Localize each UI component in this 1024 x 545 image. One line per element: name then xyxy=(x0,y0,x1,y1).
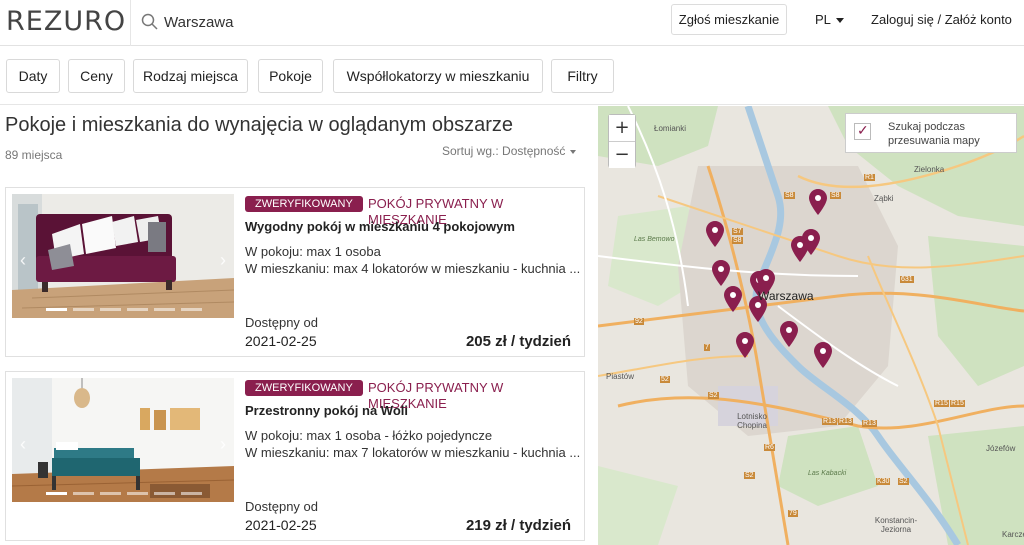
road-label: R1 xyxy=(864,174,875,181)
flat-capacity: W mieszkaniu: max 7 lokatorów w mieszkan… xyxy=(245,445,581,460)
zoom-control: + − xyxy=(608,114,636,168)
flat-capacity: W mieszkaniu: max 4 lokatorów w mieszkan… xyxy=(245,261,581,276)
filter-place-type-button[interactable]: Rodzaj miejsca xyxy=(133,59,248,93)
search-input[interactable] xyxy=(164,8,464,36)
map-place-label: Las Bemowo xyxy=(634,236,675,243)
search-on-move-panel: ✓ Szukaj podczas przesuwania mapy xyxy=(845,113,1017,153)
checkmark-icon: ✓ xyxy=(857,122,869,138)
zoom-out-button[interactable]: − xyxy=(609,142,635,168)
search-on-move-label: Szukaj podczas przesuwania mapy xyxy=(888,121,980,147)
available-label: Dostępny od xyxy=(245,315,318,330)
map-pin-icon[interactable] xyxy=(712,260,730,286)
map-pin-icon[interactable] xyxy=(809,189,827,215)
map-view[interactable]: Warszawa Łomianki Zielonka Ząbki Józefów… xyxy=(598,106,1024,545)
map-place-label: Piastów xyxy=(606,372,635,381)
photo-pagination xyxy=(46,492,202,495)
filter-price-button[interactable]: Ceny xyxy=(68,59,125,93)
map-place-label: Lotnisko Chopina xyxy=(737,412,767,430)
road-label: S2 xyxy=(898,478,909,485)
listing-card[interactable]: ‹ › ZWERYFIKOWANY POKÓJ PRYWATNY W MIESZ… xyxy=(5,187,585,357)
filter-rooms-button[interactable]: Pokoje xyxy=(258,59,323,93)
language-label: PL xyxy=(815,12,831,27)
road-label: 52 xyxy=(660,376,670,383)
photo-prev-icon[interactable]: ‹ xyxy=(20,250,26,271)
road-label: S7 xyxy=(732,228,743,235)
map-city-label: Warszawa xyxy=(758,289,814,303)
map-pin-icon[interactable] xyxy=(780,321,798,347)
listing-title[interactable]: Wygodny pokój w mieszkaniu 4 pokojowym xyxy=(245,219,515,234)
road-label: R13 xyxy=(838,418,853,425)
map-pin-icon[interactable] xyxy=(814,342,832,368)
caret-down-icon xyxy=(835,18,844,24)
photo-pagination xyxy=(46,308,202,311)
available-date: 2021-02-25 xyxy=(245,333,317,349)
listing-title[interactable]: Przestronny pokój na Woli xyxy=(245,403,408,418)
map-place-label: Las Kabacki xyxy=(808,470,847,477)
road-label: 631 xyxy=(900,276,914,283)
listing-price: 219 zł / tydzień xyxy=(465,517,571,534)
filter-dates-button[interactable]: Daty xyxy=(6,59,60,93)
verified-badge: ZWERYFIKOWANY xyxy=(245,380,363,396)
map-place-label: Zielonka xyxy=(914,165,945,174)
search-on-move-checkbox[interactable]: ✓ xyxy=(854,122,871,140)
road-label: S8 xyxy=(784,192,795,199)
listing-price: 205 zł / tydzień xyxy=(465,333,571,350)
sort-label: Sortuj wg.: Dostępność xyxy=(442,144,566,158)
road-label: R13 xyxy=(822,418,837,425)
login-link[interactable]: Zaloguj się / Załóż konto xyxy=(871,12,1012,27)
report-flat-button[interactable]: Zgłoś mieszkanie xyxy=(671,4,787,35)
filter-flatmates-button[interactable]: Współlokatorzy w mieszkaniu xyxy=(333,59,543,93)
road-label: S8 xyxy=(732,237,743,244)
road-label: R13 xyxy=(862,420,877,427)
road-label: 79 xyxy=(788,510,798,517)
listing-photo[interactable]: ‹ › xyxy=(12,378,234,502)
road-label: S8 xyxy=(830,192,841,199)
road-label: 92 xyxy=(634,318,644,325)
page-title: Pokoje i mieszkania do wynajęcia w ogląd… xyxy=(5,114,514,136)
zoom-in-button[interactable]: + xyxy=(609,115,635,141)
map-place-label: Łomianki xyxy=(654,124,687,133)
filter-more-button[interactable]: Filtry xyxy=(551,59,614,93)
caret-down-icon xyxy=(570,149,577,154)
top-header: REZURO Zgłoś mieszkanie PL Zaloguj się /… xyxy=(0,0,1024,46)
available-label: Dostępny od xyxy=(245,499,318,514)
result-count: 89 miejsca xyxy=(5,148,63,162)
road-label: R15 xyxy=(950,400,965,407)
road-label: 7 xyxy=(704,344,710,351)
road-label: R15 xyxy=(934,400,949,407)
available-date: 2021-02-25 xyxy=(245,517,317,533)
map-place-label: Konstancin-Jeziorna xyxy=(874,516,918,534)
sort-dropdown[interactable]: Sortuj wg.: Dostępność xyxy=(442,144,577,158)
photo-next-icon[interactable]: › xyxy=(220,250,226,271)
road-label: S2 xyxy=(708,392,719,399)
logo[interactable]: REZURO xyxy=(6,6,126,37)
map-place-label: Karcze xyxy=(1002,530,1024,539)
room-capacity: W pokoju: max 1 osoba - łóżko pojedyncze xyxy=(245,428,493,443)
road-label: K30 xyxy=(876,478,891,485)
map-pin-icon[interactable] xyxy=(706,221,724,247)
photo-prev-icon[interactable]: ‹ xyxy=(20,434,26,455)
filter-bar: Daty Ceny Rodzaj miejsca Pokoje Współlok… xyxy=(0,47,1024,105)
bedroom-photo xyxy=(12,378,234,502)
road-label: R6 xyxy=(764,444,775,451)
road-label: S2 xyxy=(744,472,755,479)
header-divider xyxy=(130,0,131,46)
listing-panel: Pokoje i mieszkania do wynajęcia w ogląd… xyxy=(0,106,598,545)
search-icon xyxy=(141,13,158,30)
map-place-label: Ząbki xyxy=(874,194,894,203)
map-tiles xyxy=(598,106,1024,545)
room-capacity: W pokoju: max 1 osoba xyxy=(245,244,381,259)
map-place-label: Józefów xyxy=(986,444,1016,453)
map-pin-icon[interactable] xyxy=(724,286,742,312)
language-selector[interactable]: PL xyxy=(815,12,844,27)
sofa-room-photo xyxy=(12,194,234,318)
map-pin-icon[interactable] xyxy=(802,229,820,255)
listing-card[interactable]: ‹ › ZWERYFIKOWANY POKÓJ PRYWATNY W MIESZ… xyxy=(5,371,585,541)
photo-next-icon[interactable]: › xyxy=(220,434,226,455)
map-pin-icon[interactable] xyxy=(736,332,754,358)
listing-photo[interactable]: ‹ › xyxy=(12,194,234,318)
verified-badge: ZWERYFIKOWANY xyxy=(245,196,363,212)
